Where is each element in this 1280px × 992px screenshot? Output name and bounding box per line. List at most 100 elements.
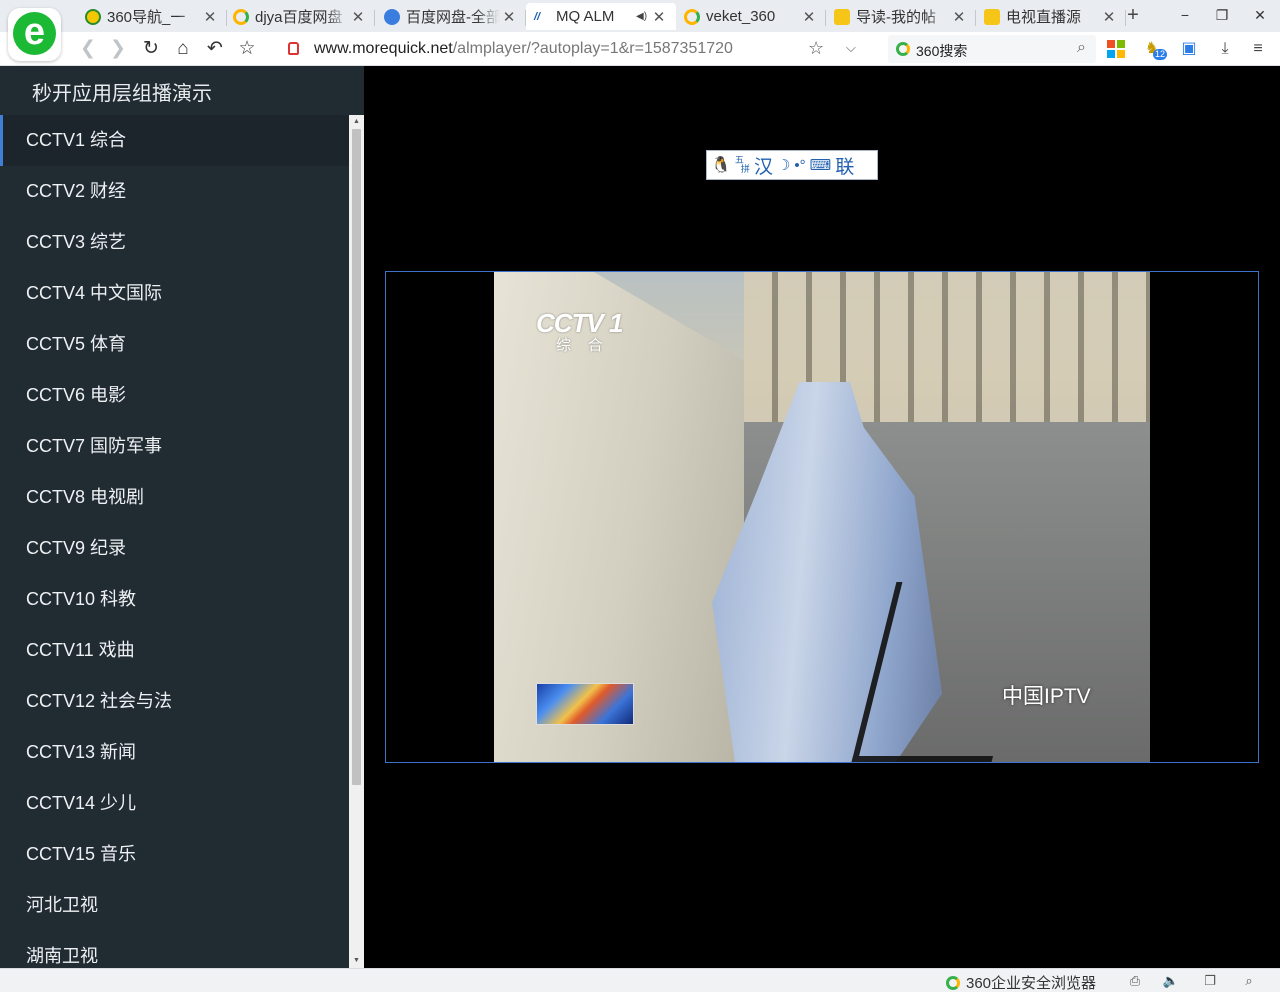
channel-item[interactable]: CCTV14 少儿 <box>0 778 349 829</box>
address-url[interactable]: www.morequick.net/almplayer/?autoplay=1&… <box>314 40 733 58</box>
minimize-button[interactable]: − <box>1170 4 1200 26</box>
tab-4[interactable]: veket_360 ✕ <box>676 3 826 30</box>
url-host: www.morequick.net <box>314 40 453 57</box>
bookmark-star-icon[interactable]: ☆ <box>808 38 824 59</box>
ime-mode-sub: 拼 <box>740 164 750 174</box>
close-tab-icon[interactable]: ✕ <box>652 8 666 26</box>
grid-cell-green <box>1117 40 1125 48</box>
tab-5[interactable]: 导读-我的帖 ✕ <box>826 3 976 30</box>
tab-label: 导读-我的帖 <box>856 9 936 26</box>
360-search-icon <box>684 8 700 25</box>
back-icon[interactable]: ❮ <box>76 37 100 61</box>
tab-label: MQ ALM <box>556 8 615 25</box>
tab-label: 百度网盘-全部 <box>406 9 500 26</box>
channel-item[interactable]: 河北卫视 <box>0 880 349 931</box>
iptv-watermark: 中国IPTV <box>1002 685 1091 708</box>
channel-item[interactable]: CCTV9 纪录 <box>0 523 349 574</box>
undo-close-icon[interactable]: ↶ <box>203 37 227 61</box>
grid-cell-red <box>1107 40 1115 48</box>
download-icon[interactable]: ⤓ <box>1214 38 1236 60</box>
ime-toolbar[interactable]: 🐧 五拼 汉 ☽ •° ⌨ 联 <box>706 150 878 180</box>
search-engine-label: 360搜索 <box>916 43 968 59</box>
tab-label: 360导航_一 <box>107 9 186 26</box>
ime-lian-button[interactable]: 联 <box>835 152 854 179</box>
favorites-icon[interactable]: ☆ <box>235 37 259 61</box>
mq-logo-icon: // <box>534 10 541 23</box>
channel-item[interactable]: CCTV10 科教 <box>0 574 349 625</box>
ime-lang-toggle[interactable]: 汉 <box>754 152 773 179</box>
menu-icon[interactable]: ≡ <box>1247 38 1269 60</box>
insecure-lock-icon[interactable] <box>288 42 299 55</box>
close-tab-icon[interactable]: ✕ <box>1102 8 1116 26</box>
channel-item[interactable]: CCTV12 社会与法 <box>0 676 349 727</box>
channel-item[interactable]: CCTV1 综合 <box>0 115 349 166</box>
close-tab-icon[interactable]: ✕ <box>502 8 516 26</box>
close-tab-icon[interactable]: ✕ <box>802 8 816 26</box>
video-frame[interactable]: CCTV 1综 合 中国IPTV <box>494 272 1150 762</box>
forward-icon[interactable]: ❯ <box>106 37 130 61</box>
home-icon[interactable]: ⌂ <box>171 37 195 61</box>
grid-cell-blue <box>1107 50 1115 58</box>
sidebar-scrollbar[interactable]: ▲ ▼ <box>349 115 364 968</box>
chevron-down-icon[interactable]: ⌵ <box>846 40 856 56</box>
penguin-icon[interactable]: 🐧 <box>711 155 731 175</box>
volume-icon[interactable]: 🔈 <box>1162 972 1180 990</box>
apps-grid-icon[interactable] <box>1105 38 1127 60</box>
browser-logo[interactable]: e <box>8 8 61 61</box>
tab-label: 电视直播源 <box>1006 9 1082 26</box>
search-icon[interactable]: ⌕ <box>1077 39 1086 57</box>
browser-e-icon: e <box>13 12 56 55</box>
360-search-icon <box>233 8 249 25</box>
channel-item[interactable]: CCTV6 电影 <box>0 370 349 421</box>
speaker-icon[interactable]: ◀) <box>636 11 650 22</box>
channel-item[interactable]: CCTV2 财经 <box>0 166 349 217</box>
status-bar: 360企业安全浏览器 ⎙ 🔈 ❐ ⌕ <box>0 968 1280 992</box>
address-bar[interactable]: www.morequick.net/almplayer/?autoplay=1&… <box>278 35 872 63</box>
tab-6[interactable]: 电视直播源 ✕ <box>976 3 1126 30</box>
window-icon[interactable]: ❐ <box>1201 972 1219 990</box>
sidebar-title: 秒开应用层组播演示 <box>32 83 212 105</box>
punctuation-icon[interactable]: •° <box>794 157 805 174</box>
program-thumbnail <box>536 683 634 725</box>
channel-item[interactable]: 湖南卫视 <box>0 931 349 968</box>
close-tab-icon[interactable]: ✕ <box>351 8 365 26</box>
tab-label: djya百度网盘 <box>255 9 343 26</box>
channel-logo-text: CCTV 1 <box>536 308 623 338</box>
extension-icon[interactable]: ♞ 12 <box>1141 38 1168 60</box>
close-tab-icon[interactable]: ✕ <box>952 8 966 26</box>
tab-3[interactable]: // MQ ALM ◀) ✕ <box>526 3 676 30</box>
tab-label: veket_360 <box>706 8 776 25</box>
scrollbar-thumb[interactable] <box>352 129 361 785</box>
bookmark-icon <box>834 8 850 25</box>
channel-item[interactable]: CCTV3 综艺 <box>0 217 349 268</box>
moon-icon[interactable]: ☽ <box>777 156 790 174</box>
tab-2[interactable]: 百度网盘-全部 ✕ <box>376 3 526 30</box>
close-tab-icon[interactable]: ✕ <box>203 8 217 26</box>
new-tab-button[interactable]: + <box>1124 4 1142 26</box>
baidu-pan-icon <box>384 8 400 25</box>
restore-button[interactable]: ❐ <box>1207 4 1237 26</box>
channel-item[interactable]: CCTV8 电视剧 <box>0 472 349 523</box>
channel-item[interactable]: CCTV11 戏曲 <box>0 625 349 676</box>
scroll-up-icon[interactable]: ▲ <box>349 115 364 129</box>
channel-logo-sub: 综 合 <box>556 336 609 354</box>
zoom-icon[interactable]: ⌕ <box>1240 972 1258 990</box>
account-icon[interactable]: ▣ <box>1178 38 1200 60</box>
ime-mode[interactable]: 五拼 <box>735 156 750 174</box>
channel-item[interactable]: CCTV5 体育 <box>0 319 349 370</box>
channel-item[interactable]: CCTV4 中文国际 <box>0 268 349 319</box>
grid-cell-yellow <box>1117 50 1125 58</box>
channel-item[interactable]: CCTV7 国防军事 <box>0 421 349 472</box>
cast-icon[interactable]: ⎙ <box>1126 972 1144 990</box>
channel-item[interactable]: CCTV15 音乐 <box>0 829 349 880</box>
channel-item[interactable]: CCTV13 新闻 <box>0 727 349 778</box>
keyboard-icon[interactable]: ⌨ <box>810 156 832 174</box>
tab-0[interactable]: 360导航_一 ✕ <box>77 3 227 30</box>
video-player[interactable]: CCTV 1综 合 中国IPTV <box>385 271 1259 763</box>
search-box[interactable]: 360搜索 ⌕ <box>888 35 1096 63</box>
tab-1[interactable]: djya百度网盘 ✕ <box>225 3 375 30</box>
reload-icon[interactable]: ↻ <box>139 37 163 61</box>
close-window-button[interactable]: ✕ <box>1245 4 1275 26</box>
scroll-down-icon[interactable]: ▼ <box>349 954 364 968</box>
url-path: /almplayer/?autoplay=1&r=1587351720 <box>452 40 733 57</box>
